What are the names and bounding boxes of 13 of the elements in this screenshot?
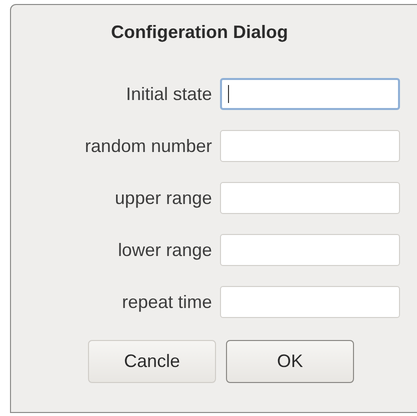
field-label: Initial state: [124, 84, 213, 104]
field-label: repeat time: [120, 292, 213, 312]
input-field[interactable]: [220, 286, 400, 318]
input-field[interactable]: [220, 182, 400, 214]
input-field[interactable]: [220, 234, 400, 266]
dialog-title: Configeration Dialog: [111, 22, 288, 43]
input-field[interactable]: [220, 130, 400, 162]
input-field[interactable]: [220, 78, 400, 110]
field-label: random number: [84, 136, 213, 156]
field-label: upper range: [114, 188, 213, 208]
cancel-button[interactable]: Cancle: [88, 340, 216, 383]
field-label: lower range: [116, 240, 213, 260]
ok-button[interactable]: OK: [226, 340, 354, 383]
